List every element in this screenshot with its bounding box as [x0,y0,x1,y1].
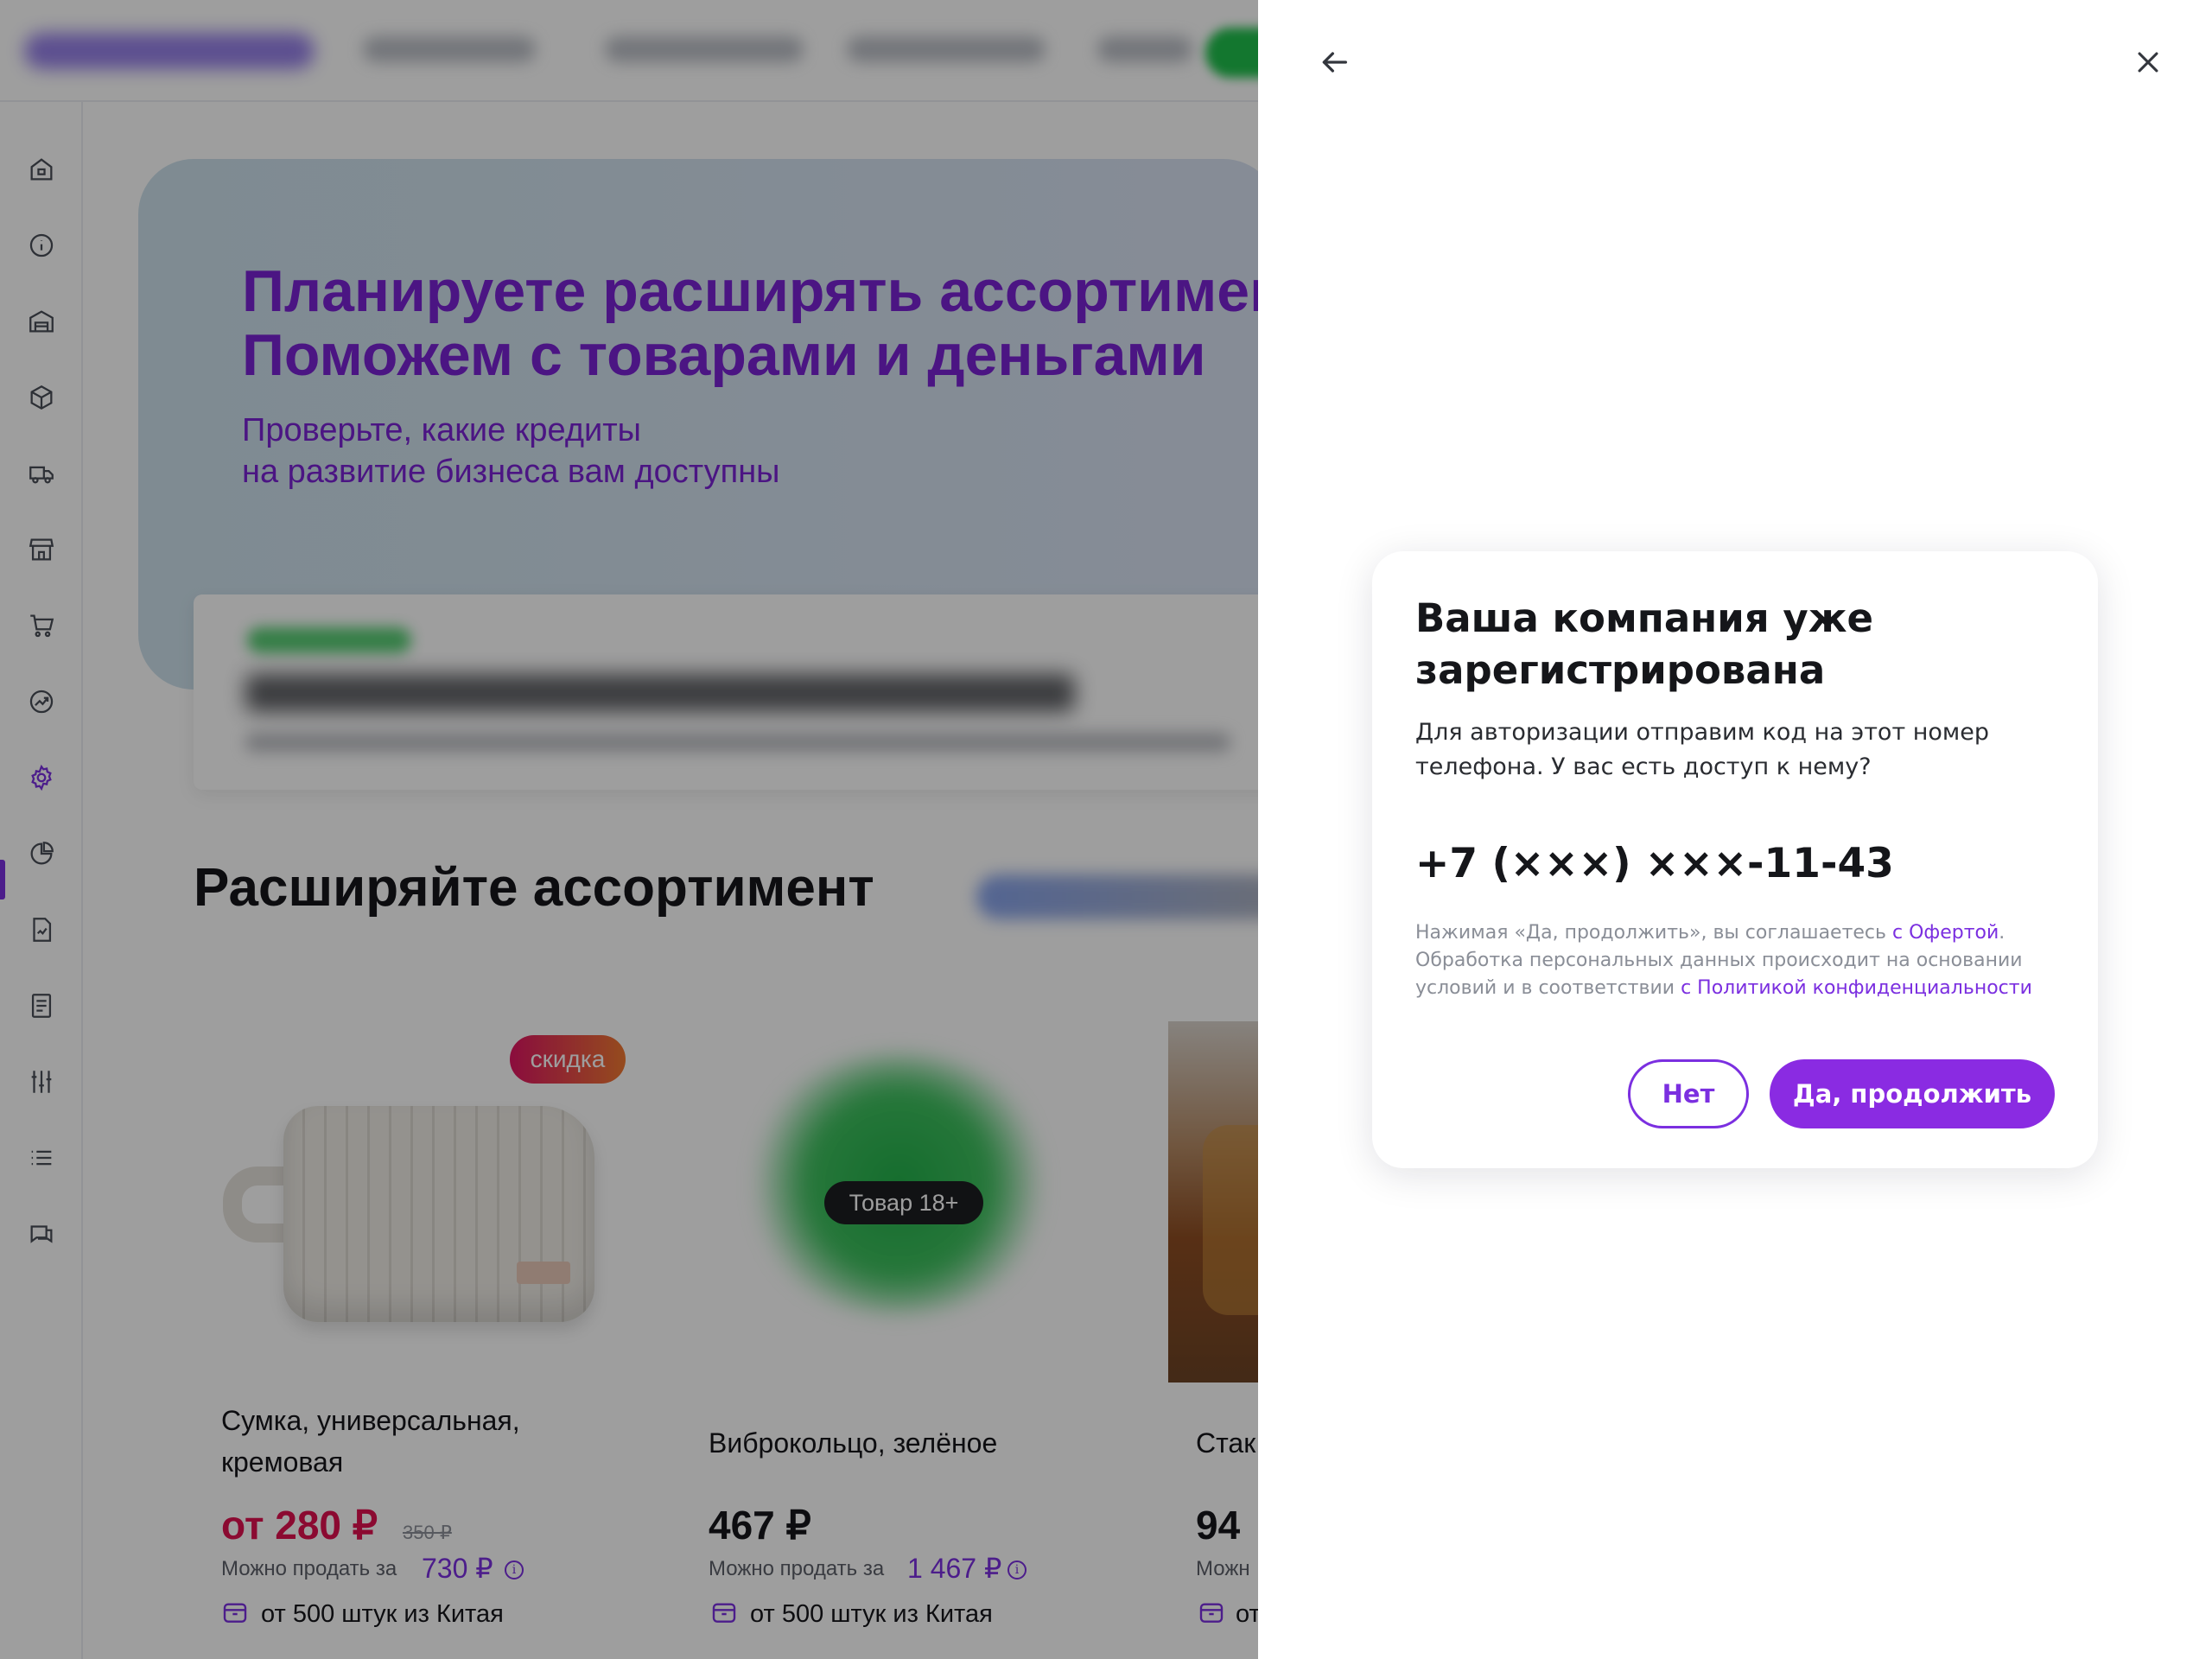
back-button[interactable] [1313,41,1355,83]
close-button[interactable] [2127,41,2169,83]
modal-overlay[interactable] [0,0,1258,1659]
close-icon [2138,52,2158,73]
page: Планируете расширять ассортимент? Поможе… [0,0,2212,1659]
legal-text: Нажимая «Да, продолжить», вы соглашаетес… [1415,922,1892,944]
privacy-policy-link[interactable]: с Политикой конфиденциальности [1681,977,2032,999]
company-registered-dialog: Ваша компания уже зарегистрирована Для а… [1372,551,2098,1168]
dialog-description: Для авторизации отправим код на этот ном… [1415,719,1990,780]
arrow-left-icon [1322,52,1347,73]
masked-phone-number: +7 (×××) ×××-11-43 [1415,840,1894,887]
legal-notice: Нажимая «Да, продолжить», вы соглашаетес… [1415,919,2072,1002]
yes-continue-button[interactable]: Да, продолжить [1770,1059,2055,1128]
side-drawer: Ваша компания уже зарегистрирована Для а… [1258,0,2212,1659]
no-button[interactable]: Нет [1628,1059,1749,1128]
dialog-title: Ваша компания уже зарегистрирована [1415,595,1874,693]
offer-link[interactable]: с Офертой [1892,922,1999,944]
